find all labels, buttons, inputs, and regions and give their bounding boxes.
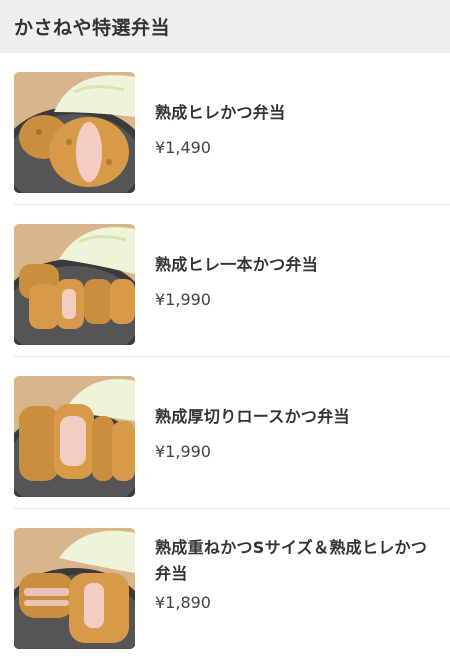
menu-item[interactable]: 熟成厚切りロースかつ弁当 ¥1,990 (0, 357, 450, 509)
item-name: 熟成厚切りロースかつ弁当 (155, 407, 350, 426)
item-info: 熟成厚切りロースかつ弁当 ¥1,990 (155, 357, 438, 509)
item-price: ¥1,890 (155, 593, 211, 612)
item-price: ¥1,490 (155, 138, 211, 157)
page-title: かさねや特選弁当 (14, 17, 171, 39)
menu-item[interactable]: 熟成ヒレかつ弁当 ¥1,490 (0, 53, 450, 205)
menu-item[interactable]: 熟成重ねかつSサイズ＆熟成ヒレかつ弁当 ¥1,890 (0, 509, 450, 661)
item-price: ¥1,990 (155, 442, 211, 461)
food-photo (14, 72, 135, 193)
item-info: 熟成ヒレ一本かつ弁当 ¥1,990 (155, 205, 438, 357)
menu-list: 熟成ヒレかつ弁当 ¥1,490 熟成ヒレ一本かつ弁当 ¥1,990 熟成厚切りロ… (0, 53, 450, 661)
item-info: 熟成重ねかつSサイズ＆熟成ヒレかつ弁当 ¥1,890 (155, 509, 438, 661)
page-header: かさねや特選弁当 (0, 0, 450, 53)
item-name: 熟成ヒレ一本かつ弁当 (155, 255, 319, 274)
menu-item[interactable]: 熟成ヒレ一本かつ弁当 ¥1,990 (0, 205, 450, 357)
item-name: 熟成重ねかつSサイズ＆熟成ヒレかつ弁当 (155, 538, 428, 583)
item-price: ¥1,990 (155, 290, 211, 309)
item-name: 熟成ヒレかつ弁当 (155, 103, 286, 122)
food-photo (14, 528, 135, 649)
food-photo (14, 376, 135, 497)
food-photo (14, 224, 135, 345)
item-info: 熟成ヒレかつ弁当 ¥1,490 (155, 53, 438, 205)
